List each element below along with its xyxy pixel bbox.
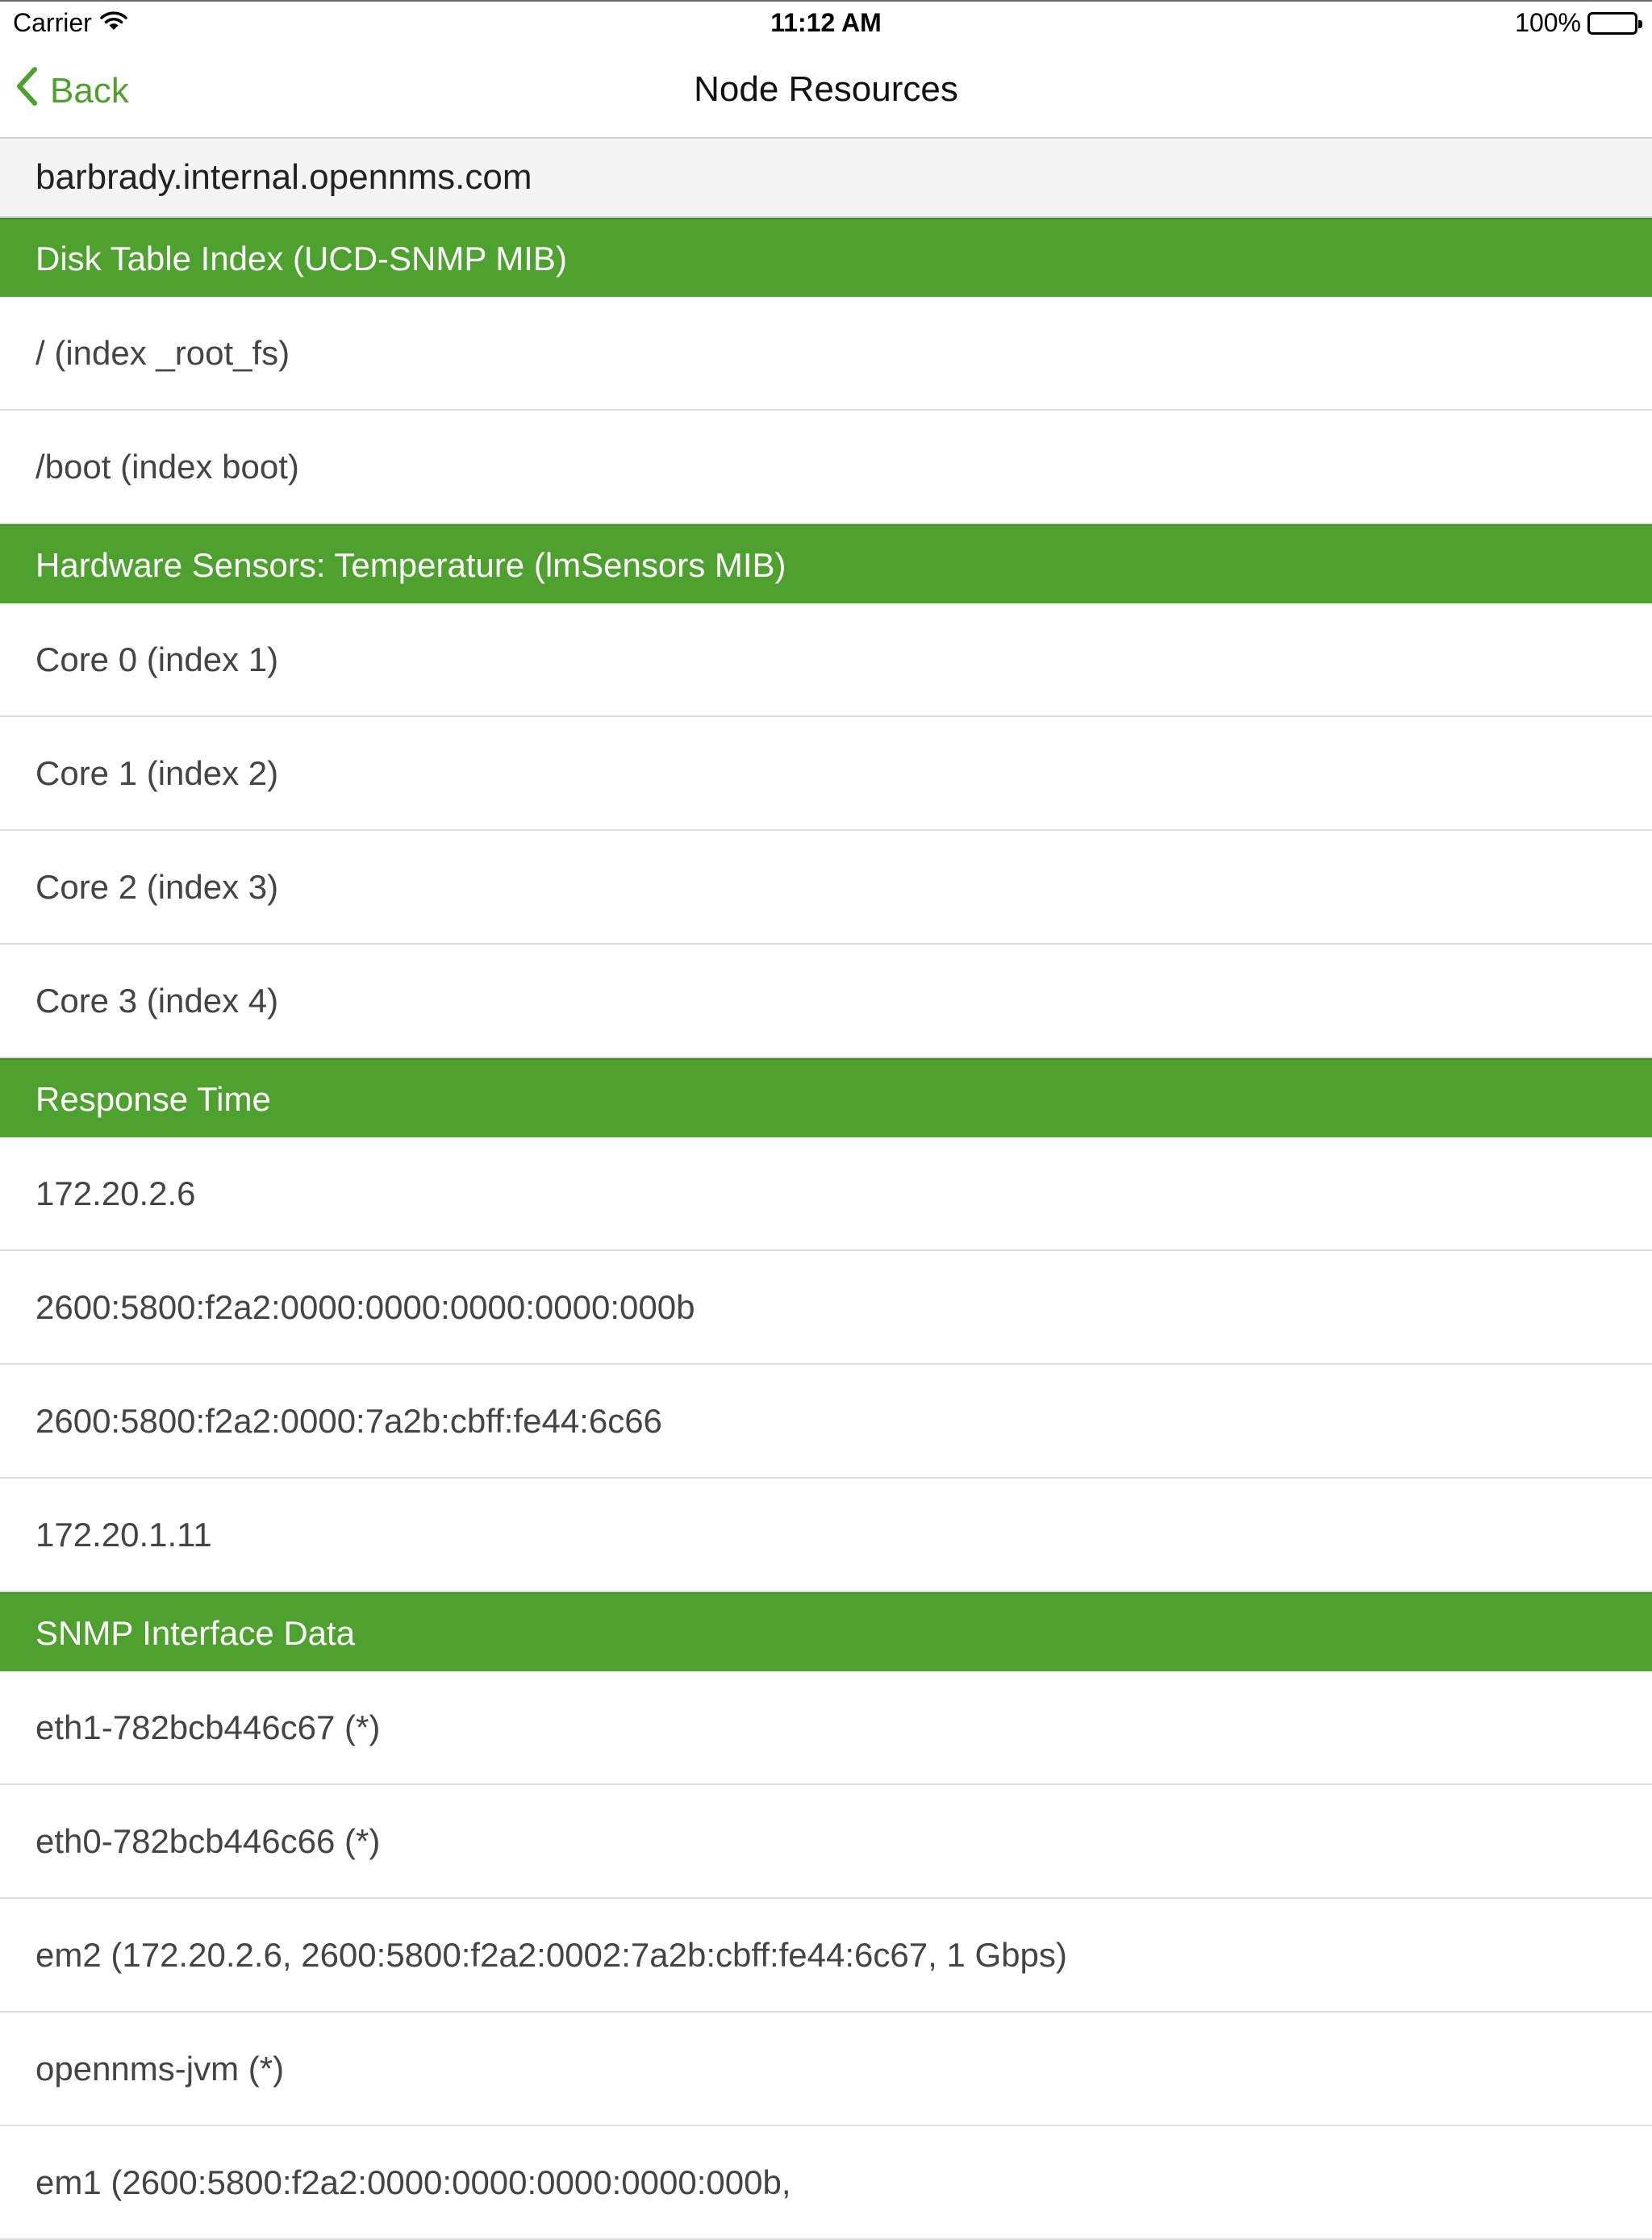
- battery-group: 100%: [1515, 8, 1642, 38]
- list-item[interactable]: Core 1 (index 2): [0, 717, 1652, 831]
- section-header-snmp-interface: SNMP Interface Data: [0, 1592, 1652, 1671]
- status-bar: Carrier 11:12 AM 100%: [0, 0, 1652, 45]
- page-title: Node Resources: [694, 69, 958, 109]
- battery-percent: 100%: [1515, 8, 1581, 37]
- navigation-bar: Back Node Resources: [0, 45, 1652, 139]
- section-header-disk-table: Disk Table Index (UCD-SNMP MIB): [0, 218, 1652, 297]
- node-name-header: barbrady.internal.opennms.com: [0, 139, 1652, 218]
- list-item[interactable]: eth1-782bcb446c67 (*): [0, 1671, 1652, 1785]
- list-item[interactable]: 2600:5800:f2a2:0000:7a2b:cbff:fe44:6c66: [0, 1365, 1652, 1479]
- list-item[interactable]: Core 0 (index 1): [0, 603, 1652, 717]
- list-item[interactable]: Core 2 (index 3): [0, 831, 1652, 945]
- section-header-response-time: Response Time: [0, 1058, 1652, 1137]
- list-item[interactable]: 172.20.1.11: [0, 1479, 1652, 1592]
- battery-icon: [1587, 11, 1642, 35]
- list-item[interactable]: 2600:5800:f2a2:0000:0000:0000:0000:000b: [0, 1251, 1652, 1365]
- list-item[interactable]: 172.20.2.6: [0, 1137, 1652, 1251]
- resource-list: Disk Table Index (UCD-SNMP MIB) / (index…: [0, 218, 1652, 2240]
- section-header-hardware-sensors: Hardware Sensors: Temperature (lmSensors…: [0, 524, 1652, 603]
- list-item[interactable]: /boot (index boot): [0, 411, 1652, 524]
- list-item[interactable]: opennms-jvm (*): [0, 2013, 1652, 2126]
- status-time: 11:12 AM: [770, 8, 882, 37]
- list-item[interactable]: / (index _root_fs): [0, 297, 1652, 411]
- list-item[interactable]: em2 (172.20.2.6, 2600:5800:f2a2:0002:7a2…: [0, 1899, 1652, 2013]
- list-item[interactable]: Core 3 (index 4): [0, 945, 1652, 1058]
- list-item[interactable]: em1 (2600:5800:f2a2:0000:0000:0000:0000:…: [0, 2126, 1652, 2240]
- list-item[interactable]: eth0-782bcb446c66 (*): [0, 1785, 1652, 1899]
